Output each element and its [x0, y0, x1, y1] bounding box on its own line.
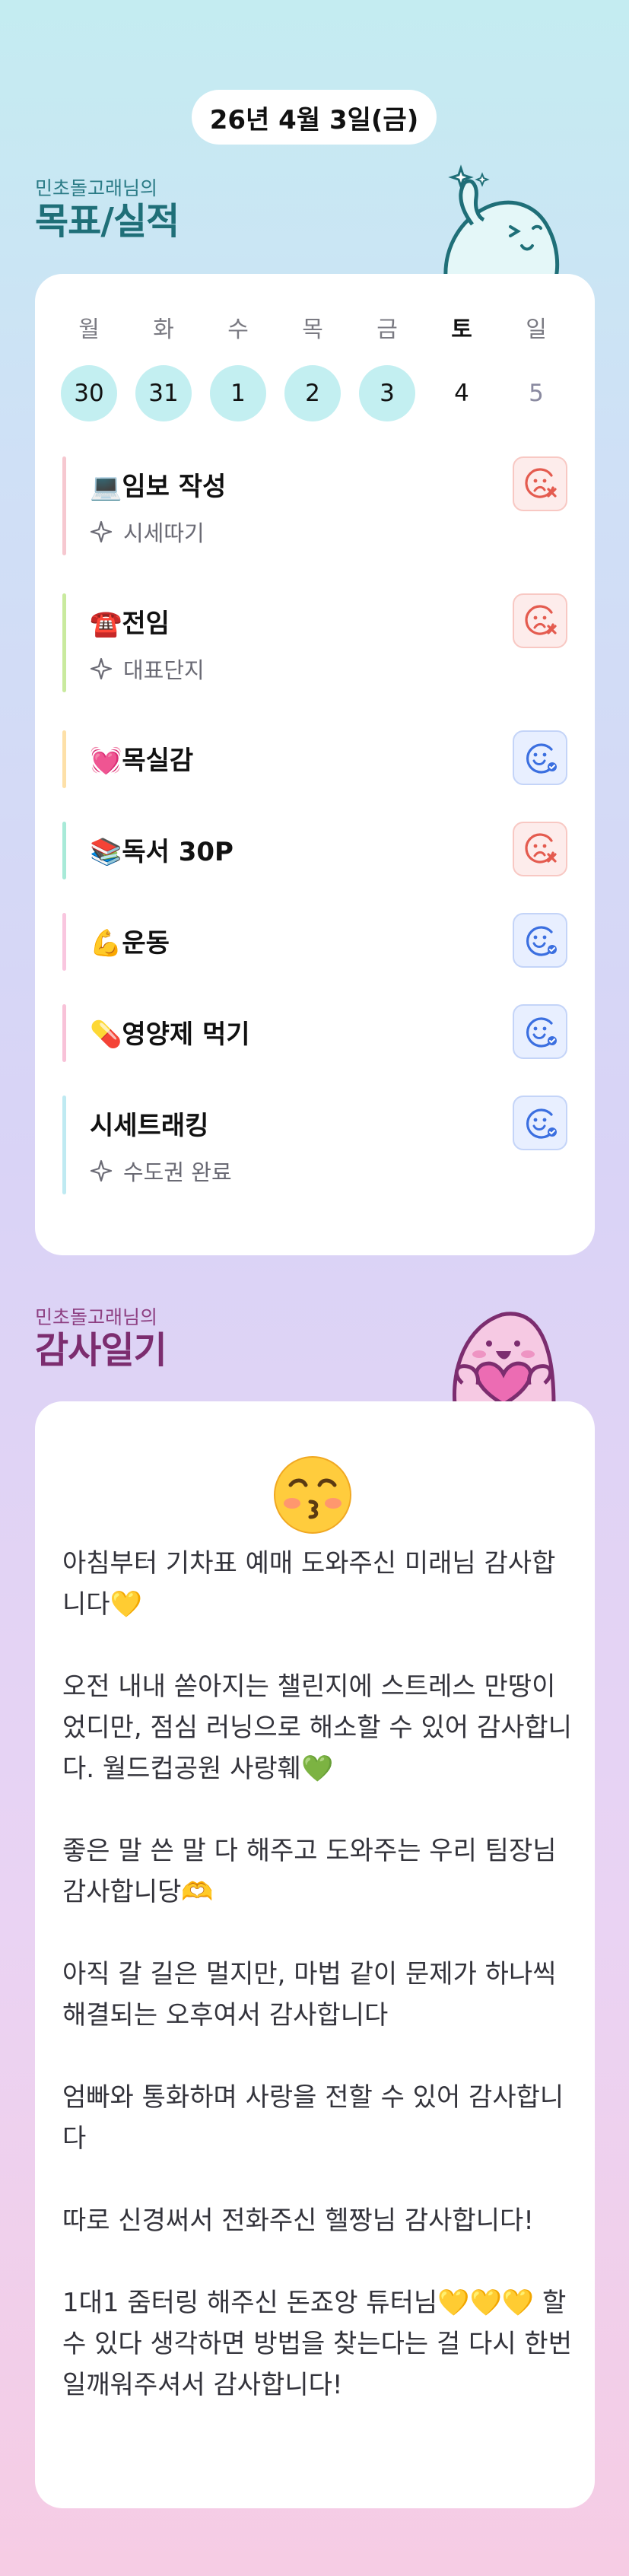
- gratitude-entry: 엄빠와 통화하며 사랑을 전할 수 있어 감사합니다: [62, 2082, 564, 2154]
- day-of-week: 월: [78, 316, 100, 343]
- date-number: 1: [210, 365, 266, 421]
- smile-face-check-icon: [526, 1017, 557, 1048]
- status-pass-button[interactable]: [513, 913, 567, 968]
- goal-color-bar: [62, 1004, 66, 1062]
- date-number: 3: [359, 365, 415, 421]
- smile-face-check-icon: [526, 1108, 557, 1139]
- goals-title: 목표/실적: [35, 200, 179, 243]
- gratitude-entry: 오전 내내 쏟아지는 챌린지에 스트레스 만땅이었디만, 점심 러닝으로 해소할…: [62, 1671, 572, 1784]
- week-day-sat[interactable]: 토 4: [434, 313, 490, 421]
- goal-subtask: 시세따기: [90, 516, 205, 548]
- kissing-face-emoji-icon: [274, 1456, 351, 1534]
- gratitude-entry: 따로 신경써서 전화주신 헬짱님 감사합니다!: [62, 2206, 534, 2236]
- goal-item[interactable]: 시세트래킹 수도권 완료: [62, 1096, 567, 1194]
- thanks-title: 감사일기: [35, 1329, 167, 1372]
- status-pass-button[interactable]: [513, 1004, 567, 1059]
- goal-subtask: 수도권 완료: [90, 1155, 232, 1187]
- date-number: 5: [529, 380, 544, 407]
- status-fail-button[interactable]: [513, 456, 567, 511]
- day-of-week: 토: [451, 316, 472, 343]
- day-of-week: 금: [376, 316, 398, 343]
- goal-item[interactable]: ☎️전임 대표단지: [62, 593, 567, 692]
- goals-section-header: 민초돌고래님의 목표/실적: [35, 177, 179, 242]
- goal-item[interactable]: 📚독서 30P: [62, 822, 567, 879]
- sparkle-icon: [90, 520, 113, 543]
- goal-title: ☎️전임: [90, 609, 170, 639]
- week-day-mon[interactable]: 월 30: [61, 313, 117, 421]
- status-fail-button[interactable]: [513, 822, 567, 876]
- status-pass-button[interactable]: [513, 1096, 567, 1150]
- date-label[interactable]: 26년 4월 3일(금): [192, 90, 437, 145]
- goal-color-bar: [62, 730, 66, 788]
- goal-color-bar: [62, 822, 66, 879]
- goal-item[interactable]: 💓목실감: [62, 730, 567, 788]
- day-of-week: 일: [526, 316, 547, 343]
- week-day-thu[interactable]: 목 2: [284, 313, 341, 421]
- sparkle-icon: [90, 1159, 113, 1182]
- goal-color-bar: [62, 593, 66, 692]
- goal-color-bar: [62, 1096, 66, 1194]
- week-day-wed[interactable]: 수 1: [210, 313, 266, 421]
- goal-title: 📚독서 30P: [90, 837, 233, 867]
- sad-face-x-icon: [525, 833, 557, 863]
- goals-card: 월 30 화 31 수 1 목 2 금 3 토 4 일 5 💻임보 작성 시세따…: [35, 274, 595, 1255]
- week-day-sun[interactable]: 일 5: [508, 313, 564, 421]
- gratitude-entry: 좋은 말 쓴 말 다 해주고 도와주는 우리 팀장님 감사합니당🫶: [62, 1836, 557, 1907]
- date-number: 31: [135, 365, 192, 421]
- week-day-tue[interactable]: 화 31: [135, 313, 192, 421]
- whale-mascot-icon: [443, 164, 560, 278]
- smile-face-check-icon: [526, 926, 557, 956]
- gratitude-journal-card: 아침부터 기차표 예매 도와주신 미래님 감사합니다💛 오전 내내 쏟아지는 챌…: [35, 1401, 595, 2508]
- day-of-week: 목: [302, 316, 323, 343]
- thanks-section-header: 민초돌고래님의 감사일기: [35, 1305, 167, 1371]
- day-of-week: 수: [227, 316, 249, 343]
- thanks-owner-label: 민초돌고래님의: [35, 1306, 158, 1328]
- smile-face-check-icon: [526, 743, 557, 774]
- status-fail-button[interactable]: [513, 593, 567, 648]
- day-of-week: 화: [153, 316, 174, 343]
- goal-title: 💊영양제 먹기: [90, 1019, 250, 1050]
- goal-subtask-label: 시세따기: [123, 520, 205, 546]
- goal-color-bar: [62, 456, 66, 555]
- gratitude-entry: 아침부터 기차표 예매 도와주신 미래님 감사합니다💛: [62, 1548, 556, 1620]
- goal-color-bar: [62, 913, 66, 971]
- status-pass-button[interactable]: [513, 730, 567, 785]
- pink-whale-heart-mascot-icon: [452, 1312, 556, 1404]
- goal-title: 💓목실감: [90, 746, 194, 776]
- sad-face-x-icon: [525, 468, 557, 498]
- date-number: 4: [454, 380, 469, 407]
- goal-subtask-label: 수도권 완료: [123, 1159, 232, 1185]
- goal-item[interactable]: 💻임보 작성 시세따기: [62, 456, 567, 555]
- goal-subtask: 대표단지: [90, 653, 205, 685]
- date-number: 2: [284, 365, 341, 421]
- goal-title: 시세트래킹: [90, 1111, 209, 1141]
- gratitude-entries: 아침부터 기차표 예매 도와주신 미래님 감사합니다💛 오전 내내 쏟아지는 챌…: [62, 1543, 572, 2447]
- date-number: 30: [61, 365, 117, 421]
- gratitude-entry: 1대1 줌터링 해주신 돈죠앙 튜터님💛💛💛 할 수 있다 생각하면 방법을 찾…: [62, 2288, 572, 2400]
- sad-face-x-icon: [525, 605, 557, 635]
- goal-item[interactable]: 💪운동: [62, 913, 567, 971]
- goal-subtask-label: 대표단지: [123, 657, 205, 683]
- gratitude-entry: 아직 갈 길은 멀지만, 마법 같이 문제가 하나씩 해결되는 오후여서 감사합…: [62, 1959, 557, 2031]
- goal-title: 💻임보 작성: [90, 472, 227, 502]
- goal-item[interactable]: 💊영양제 먹기: [62, 1004, 567, 1062]
- goals-owner-label: 민초돌고래님의: [35, 177, 158, 199]
- sparkle-icon: [90, 657, 113, 680]
- week-day-fri[interactable]: 금 3: [359, 313, 415, 421]
- goal-title: 💪운동: [90, 928, 170, 959]
